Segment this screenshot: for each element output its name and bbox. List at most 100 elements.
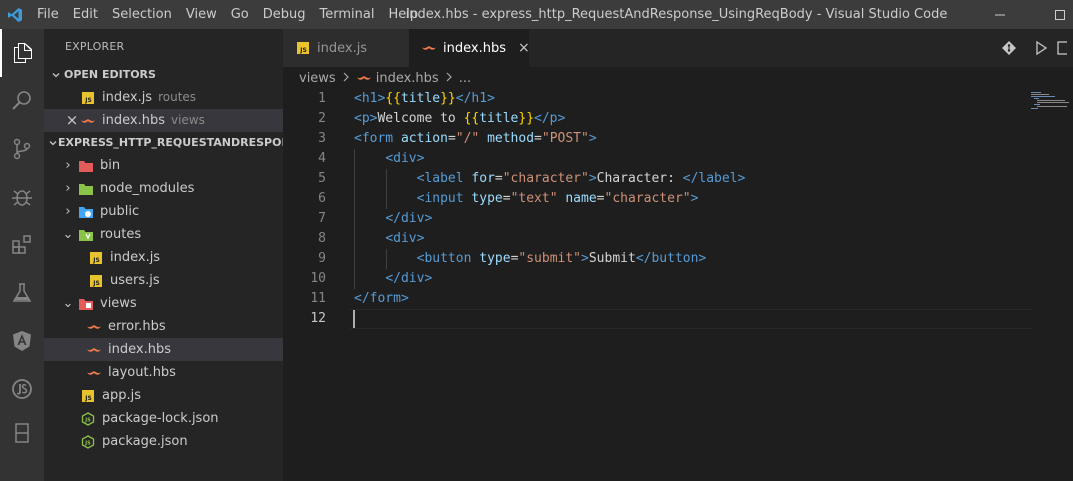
menu-bar: File Edit Selection View Go Debug Termin… xyxy=(30,0,425,29)
breadcrumb-item-index-hbs[interactable]: index.hbs xyxy=(376,71,439,86)
tree-folder-bin[interactable]: › bin xyxy=(44,154,283,177)
file-name: users.js xyxy=(110,273,160,288)
svg-text:JS: JS xyxy=(84,97,92,104)
js-icon: JS xyxy=(88,250,104,266)
tree-folder-public[interactable]: › public xyxy=(44,200,283,223)
folder-name: routes xyxy=(100,227,142,242)
sidebar-title: EXPLORER xyxy=(65,40,125,53)
tree-folder-node-modules[interactable]: › node_modules xyxy=(44,177,283,200)
editor-tabs: JS index.js index.hbs × xyxy=(283,29,1073,67)
line-number: 5 xyxy=(318,171,326,186)
minimize-button[interactable] xyxy=(980,0,1020,29)
folder-name: public xyxy=(100,204,140,219)
title-bar: File Edit Selection View Go Debug Termin… xyxy=(0,0,1073,29)
code-line-9: 9 <button type="submit">Submit</button> xyxy=(283,249,1073,269)
line-number: 1 xyxy=(318,91,326,106)
menu-view[interactable]: View xyxy=(179,0,224,29)
node-icon[interactable] xyxy=(0,365,44,413)
menu-selection[interactable]: Selection xyxy=(105,0,179,29)
tree-file-layout-hbs[interactable]: layout.hbs xyxy=(44,361,283,384)
chevron-down-icon xyxy=(48,132,58,154)
chevron-right-icon: › xyxy=(65,158,71,173)
js-icon: JS xyxy=(80,388,96,404)
chevron-right-icon xyxy=(445,71,453,85)
folder-name: views xyxy=(100,296,137,311)
node-json-icon: JS xyxy=(80,434,96,450)
open-editor-item-index-hbs[interactable]: × index.hbs views xyxy=(44,109,283,132)
line-number: 2 xyxy=(318,111,326,126)
hbs-icon xyxy=(86,319,102,335)
line-number: 11 xyxy=(310,291,326,306)
activity-bar xyxy=(0,29,44,481)
line-number: 9 xyxy=(318,251,326,266)
explorer-sidebar: EXPLORER OPEN EDITORS JS index.js routes… xyxy=(44,29,283,481)
code-editor[interactable]: 1 <h1>{{title}}</h1> 2 <p>Welcome to {{t… xyxy=(283,89,1073,481)
tree-file-error-hbs[interactable]: error.hbs xyxy=(44,315,283,338)
open-editor-item-index-js[interactable]: JS index.js routes xyxy=(44,86,283,109)
chevron-right-icon: › xyxy=(65,181,71,196)
maximize-button[interactable] xyxy=(1040,0,1073,29)
open-editors-header[interactable]: OPEN EDITORS xyxy=(44,64,283,86)
folder-name: bin xyxy=(100,158,121,173)
folder-views-icon xyxy=(78,296,94,312)
svg-text:JS: JS xyxy=(92,257,100,264)
menu-go[interactable]: Go xyxy=(224,0,256,29)
debug-icon[interactable] xyxy=(0,173,44,221)
tab-label: index.js xyxy=(317,40,368,56)
line-number: 6 xyxy=(318,191,326,206)
tree-folder-routes[interactable]: ⌄ routes xyxy=(44,223,283,246)
line-number: 4 xyxy=(318,151,326,166)
tree-file-index-js[interactable]: JS index.js xyxy=(44,246,283,269)
files-icon[interactable] xyxy=(0,29,44,77)
breadcrumb-item-symbols[interactable]: ... xyxy=(459,71,471,86)
file-name: layout.hbs xyxy=(108,365,176,380)
node-json-icon: JS xyxy=(80,411,96,427)
split-editor-icon[interactable] xyxy=(1057,29,1073,67)
tab-index-js[interactable]: JS index.js xyxy=(283,29,409,67)
menu-terminal[interactable]: Terminal xyxy=(313,0,382,29)
run-icon[interactable] xyxy=(1025,29,1057,67)
code-line-12[interactable]: 12 xyxy=(283,309,1073,329)
js-icon: JS xyxy=(88,273,104,289)
file-name: index.hbs xyxy=(108,342,171,357)
extensions-icon[interactable] xyxy=(0,221,44,269)
svg-text:JS: JS xyxy=(84,440,91,446)
git-compare-icon[interactable] xyxy=(993,29,1025,67)
tab-close-icon[interactable]: × xyxy=(518,40,530,56)
tree-file-package-lock-json[interactable]: JS package-lock.json xyxy=(44,407,283,430)
tree-file-package-json[interactable]: JS package.json xyxy=(44,430,283,453)
menu-file[interactable]: File xyxy=(30,0,66,29)
breadcrumb-item-views[interactable]: views xyxy=(299,71,336,86)
source-control-icon[interactable] xyxy=(0,125,44,173)
open-editors-label: OPEN EDITORS xyxy=(64,68,156,81)
text-cursor xyxy=(353,310,355,328)
menu-edit[interactable]: Edit xyxy=(66,0,105,29)
line-number: 8 xyxy=(318,231,326,246)
project-header[interactable]: EXPRESS_HTTP_REQUESTANDRESPON... xyxy=(44,132,283,154)
tree-folder-views[interactable]: ⌄ views xyxy=(44,292,283,315)
tree-file-users-js[interactable]: JS users.js xyxy=(44,269,283,292)
file-name: package-lock.json xyxy=(102,411,219,426)
menu-help[interactable]: Help xyxy=(381,0,425,29)
file-name: index.js xyxy=(102,90,153,105)
test-flask-icon[interactable] xyxy=(0,269,44,317)
chevron-down-icon xyxy=(48,64,64,86)
hbs-icon xyxy=(421,40,437,56)
file-name: package.json xyxy=(102,434,188,449)
file-name: error.hbs xyxy=(108,319,166,334)
code-line-6: 6 <input type="text" name="character"> xyxy=(283,189,1073,209)
tab-index-hbs[interactable]: index.hbs × xyxy=(409,29,530,67)
close-icon[interactable]: × xyxy=(64,109,80,132)
file-name: index.hbs xyxy=(102,113,165,128)
js-icon: JS xyxy=(80,90,96,106)
tree-file-app-js[interactable]: JS app.js xyxy=(44,384,283,407)
search-icon[interactable] xyxy=(0,77,44,125)
folder-public-icon xyxy=(78,204,94,220)
remote-icon[interactable] xyxy=(0,413,44,453)
menu-debug[interactable]: Debug xyxy=(256,0,313,29)
hbs-icon xyxy=(86,365,102,381)
project-name: EXPRESS_HTTP_REQUESTANDRESPON... xyxy=(58,136,283,149)
tree-file-index-hbs[interactable]: index.hbs xyxy=(44,338,283,361)
chevron-down-icon: ⌄ xyxy=(62,296,74,311)
angular-icon[interactable] xyxy=(0,317,44,365)
